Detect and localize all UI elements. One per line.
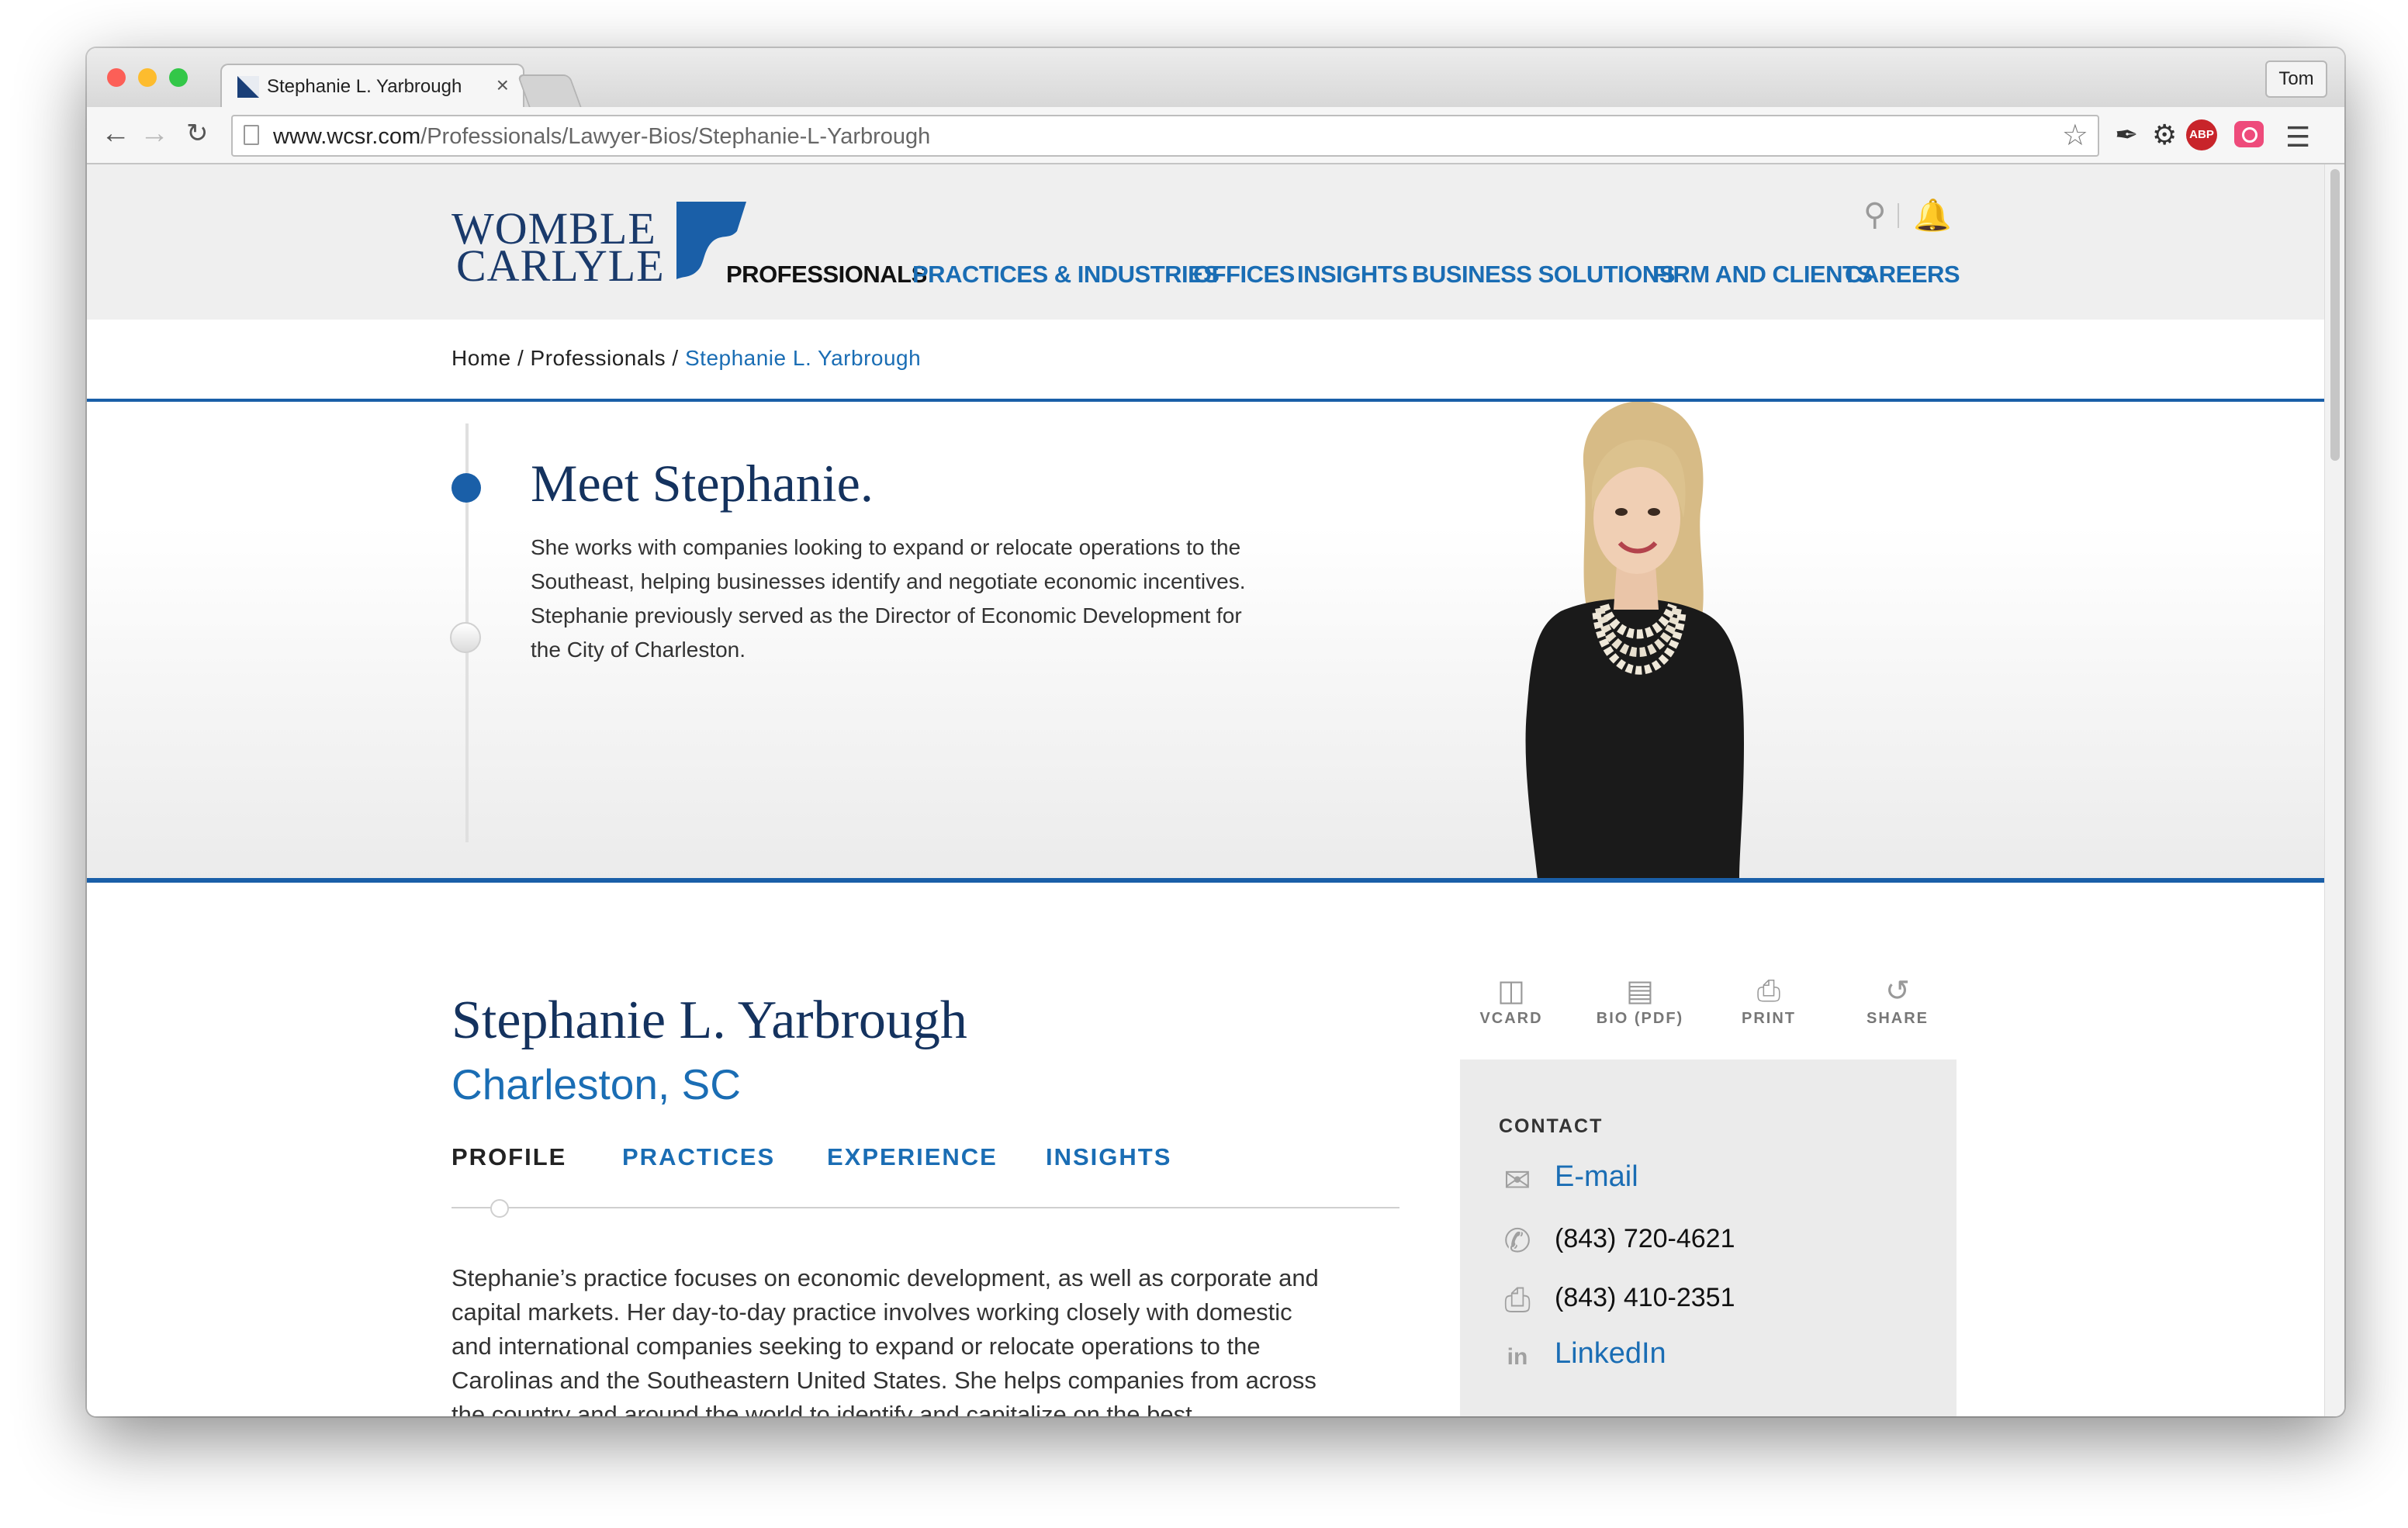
attorney-location[interactable]: Charleston, SC: [452, 1060, 741, 1109]
site-header: WOMBLE CARLYLE ⚲ 🔔 PROFESSIONALS PRACTIC…: [87, 164, 2324, 320]
document-icon: ▤: [1626, 975, 1654, 1008]
share-label: SHARE: [1866, 1010, 1929, 1027]
browser-tab[interactable]: Stephanie L. Yarbrough ×: [220, 64, 524, 110]
nav-careers[interactable]: CAREERS: [1845, 261, 1960, 289]
email-envelope-icon: ✉: [1503, 1162, 1531, 1198]
share-icon: ↺: [1885, 975, 1910, 1008]
bell-icon[interactable]: 🔔: [1913, 197, 1952, 233]
printer-icon: ⎙: [1756, 975, 1781, 1008]
tab-profile[interactable]: PROFILE: [452, 1143, 566, 1171]
page-icon: [244, 125, 259, 145]
url-path: /Professionals/Lawyer-Bios/Stephanie-L-Y…: [420, 124, 931, 149]
tab-insights[interactable]: INSIGHTS: [1046, 1143, 1171, 1171]
print-button[interactable]: ⎙ PRINT: [1714, 973, 1823, 1028]
contact-panel: CONTACT ✉ E-mail ✆ (843) 720-4621 ⎙ (843…: [1460, 1060, 1956, 1416]
vcard-button[interactable]: ◫ VCARD: [1457, 973, 1566, 1028]
screenshot-camera-icon[interactable]: [2234, 121, 2264, 147]
fax-icon: ⎙: [1504, 1281, 1531, 1318]
menu-icon[interactable]: ☰: [2285, 121, 2310, 154]
bio-pdf-button[interactable]: ▤ BIO (PDF): [1586, 973, 1694, 1028]
scrollbar-thumb[interactable]: [2330, 169, 2340, 461]
attorney-name: Stephanie L. Yarbrough: [452, 990, 967, 1050]
page-viewport: WOMBLE CARLYLE ⚲ 🔔 PROFESSIONALS PRACTIC…: [87, 164, 2324, 1416]
slide-dot-inactive[interactable]: [450, 622, 481, 653]
hero-heading: Meet Stephanie.: [531, 454, 874, 513]
vertical-scrollbar[interactable]: [2324, 164, 2344, 1416]
address-bar[interactable]: www.wcsr.com/Professionals/Lawyer-Bios/S…: [231, 115, 2099, 157]
adblock-icon[interactable]: ABP: [2186, 119, 2217, 150]
email-link[interactable]: E-mail: [1555, 1160, 1638, 1194]
firm-logo[interactable]: WOMBLE CARLYLE: [452, 200, 754, 291]
linkedin-icon: in: [1507, 1344, 1528, 1370]
bookmark-star-icon[interactable]: ☆: [2062, 118, 2088, 153]
contact-heading: CONTACT: [1499, 1115, 1604, 1137]
hero-bottom-rule: [87, 878, 2324, 883]
forward-arrow-icon[interactable]: →: [140, 118, 169, 149]
hero-intro-text: She works with companies looking to expa…: [531, 535, 1246, 662]
new-tab-button[interactable]: [517, 74, 582, 107]
hero-section: Meet Stephanie. She works with companies…: [87, 402, 2324, 880]
browser-toolbar: ← → ↻ www.wcsr.com/Professionals/Lawyer-…: [87, 107, 2344, 164]
print-label: PRINT: [1742, 1010, 1796, 1027]
tab-close-icon[interactable]: ×: [496, 73, 509, 98]
slide-dot-active[interactable]: [452, 473, 481, 503]
reload-icon[interactable]: ↻: [186, 118, 209, 149]
breadcrumb-professionals[interactable]: Professionals: [531, 346, 666, 370]
tab-underline-rule: [452, 1207, 1399, 1208]
share-button[interactable]: ↺ SHARE: [1843, 973, 1952, 1028]
vcard-icon: ◫: [1497, 975, 1525, 1008]
tab-experience[interactable]: EXPERIENCE: [827, 1143, 998, 1171]
breadcrumb-home[interactable]: Home: [452, 346, 511, 370]
phone-number[interactable]: (843) 720-4621: [1555, 1224, 1735, 1254]
tab-title: Stephanie L. Yarbrough: [267, 76, 462, 97]
fax-number: (843) 410-2351: [1555, 1283, 1735, 1312]
nav-firm-and-clients[interactable]: FIRM AND CLIENTS: [1652, 261, 1873, 289]
breadcrumb-separator: /: [510, 346, 531, 370]
phone-icon: ✆: [1503, 1222, 1531, 1259]
breadcrumb: Home / Professionals / Stephanie L. Yarb…: [452, 346, 921, 371]
close-window-button[interactable]: [107, 68, 126, 87]
utility-divider: [1898, 203, 1899, 228]
url-text[interactable]: www.wcsr.com/Professionals/Lawyer-Bios/S…: [273, 124, 930, 150]
search-icon[interactable]: ⚲: [1863, 197, 1886, 233]
bio-pdf-label: BIO (PDF): [1596, 1010, 1684, 1027]
attorney-photo: [1525, 402, 1744, 880]
back-arrow-icon[interactable]: ←: [101, 118, 130, 149]
nav-insights[interactable]: INSIGHTS: [1297, 261, 1408, 289]
nav-practices-industries[interactable]: PRACTICES & INDUSTRIES: [912, 261, 1220, 289]
logo-line-2: CARLYLE: [456, 240, 665, 291]
tab-practices[interactable]: PRACTICES: [622, 1143, 775, 1171]
site-favicon-icon: [237, 76, 259, 98]
nav-professionals[interactable]: PROFESSIONALS: [726, 261, 927, 289]
breadcrumb-separator: /: [666, 346, 685, 370]
profile-button[interactable]: Tom: [2265, 60, 2327, 98]
eyedropper-icon[interactable]: ✒: [2115, 121, 2138, 149]
vcard-label: VCARD: [1479, 1010, 1543, 1027]
active-tab-marker: [490, 1199, 509, 1218]
url-host: www.wcsr.com: [273, 124, 421, 149]
linkedin-link[interactable]: LinkedIn: [1555, 1337, 1666, 1371]
minimize-window-button[interactable]: [138, 68, 157, 87]
breadcrumb-current: Stephanie L. Yarbrough: [684, 346, 922, 370]
title-bar: Stephanie L. Yarbrough × Tom: [87, 48, 2344, 110]
nav-offices[interactable]: OFFICES: [1193, 261, 1295, 289]
browser-window: Stephanie L. Yarbrough × Tom ← → ↻ www.w…: [87, 48, 2344, 1416]
nav-business-solutions[interactable]: BUSINESS SOLUTIONS: [1412, 261, 1675, 289]
zoom-window-button[interactable]: [169, 68, 188, 87]
gear-icon[interactable]: ⚙: [2152, 121, 2177, 149]
profile-body-text: Stephanie’s practice focuses on economic…: [452, 1264, 1319, 1416]
